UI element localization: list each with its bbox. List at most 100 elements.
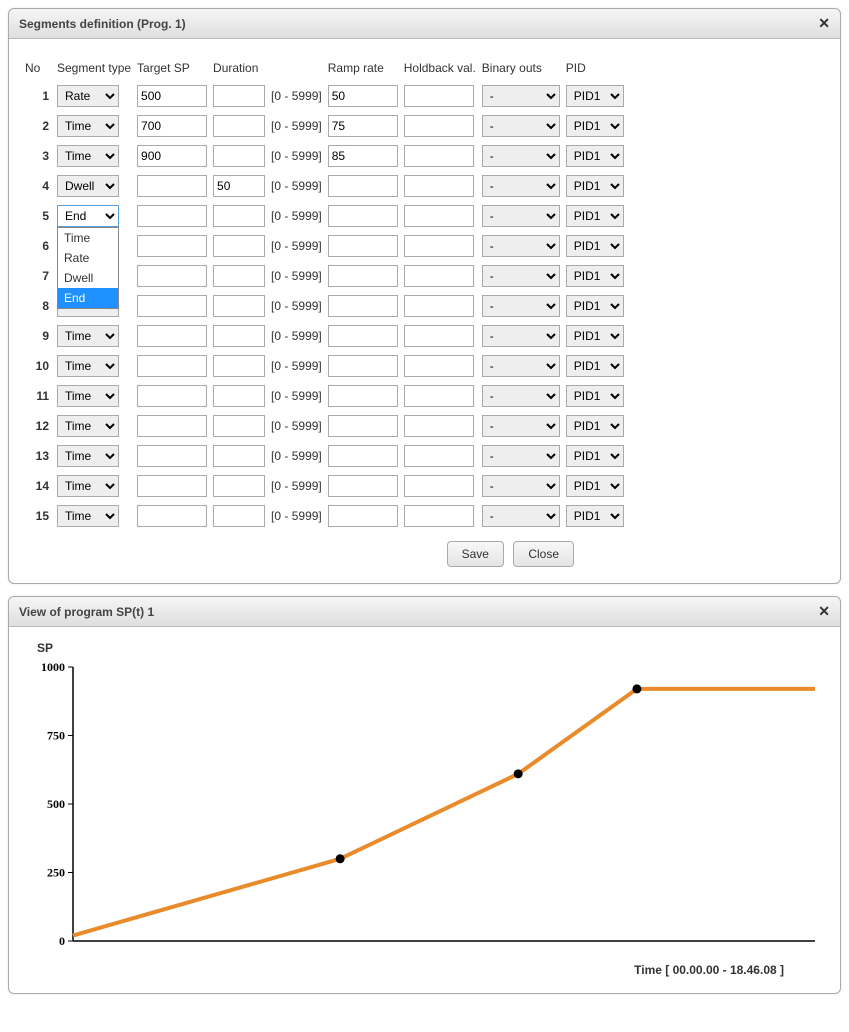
binary-outs-select[interactable]: -: [482, 475, 560, 497]
dropdown-option[interactable]: Rate: [58, 248, 118, 268]
dropdown-option[interactable]: Dwell: [58, 268, 118, 288]
pid-select[interactable]: PID1: [566, 175, 624, 197]
pid-select[interactable]: PID1: [566, 235, 624, 257]
ramp-rate-input[interactable]: [328, 235, 398, 257]
segment-type-select[interactable]: Time: [57, 115, 119, 137]
duration-input[interactable]: [213, 505, 265, 527]
segment-type-select[interactable]: Time: [57, 505, 119, 527]
target-sp-input[interactable]: [137, 265, 207, 287]
segment-type-select[interactable]: Time: [57, 355, 119, 377]
segment-type-select[interactable]: Time: [57, 415, 119, 437]
binary-outs-select[interactable]: -: [482, 355, 560, 377]
holdback-input[interactable]: [404, 355, 474, 377]
target-sp-input[interactable]: [137, 505, 207, 527]
duration-input[interactable]: [213, 295, 265, 317]
target-sp-input[interactable]: [137, 205, 207, 227]
ramp-rate-input[interactable]: [328, 475, 398, 497]
target-sp-input[interactable]: [137, 475, 207, 497]
dropdown-option[interactable]: End: [58, 288, 118, 308]
holdback-input[interactable]: [404, 325, 474, 347]
pid-select[interactable]: PID1: [566, 445, 624, 467]
pid-select[interactable]: PID1: [566, 85, 624, 107]
target-sp-input[interactable]: [137, 115, 207, 137]
target-sp-input[interactable]: [137, 445, 207, 467]
ramp-rate-input[interactable]: [328, 85, 398, 107]
holdback-input[interactable]: [404, 415, 474, 437]
duration-input[interactable]: [213, 445, 265, 467]
close-icon[interactable]: ✕: [818, 15, 830, 32]
segment-type-select[interactable]: Time: [57, 325, 119, 347]
ramp-rate-input[interactable]: [328, 145, 398, 167]
duration-input[interactable]: [213, 235, 265, 257]
binary-outs-select[interactable]: -: [482, 445, 560, 467]
pid-select[interactable]: PID1: [566, 355, 624, 377]
segment-type-select[interactable]: Time: [57, 145, 119, 167]
dropdown-option[interactable]: Time: [58, 228, 118, 248]
holdback-input[interactable]: [404, 265, 474, 287]
target-sp-input[interactable]: [137, 355, 207, 377]
target-sp-input[interactable]: [137, 415, 207, 437]
binary-outs-select[interactable]: -: [482, 415, 560, 437]
binary-outs-select[interactable]: -: [482, 265, 560, 287]
holdback-input[interactable]: [404, 205, 474, 227]
target-sp-input[interactable]: [137, 235, 207, 257]
target-sp-input[interactable]: [137, 325, 207, 347]
ramp-rate-input[interactable]: [328, 355, 398, 377]
segment-type-select[interactable]: Rate: [57, 85, 119, 107]
pid-select[interactable]: PID1: [566, 385, 624, 407]
holdback-input[interactable]: [404, 505, 474, 527]
pid-select[interactable]: PID1: [566, 415, 624, 437]
ramp-rate-input[interactable]: [328, 415, 398, 437]
save-button[interactable]: Save: [447, 541, 504, 567]
ramp-rate-input[interactable]: [328, 505, 398, 527]
pid-select[interactable]: PID1: [566, 505, 624, 527]
binary-outs-select[interactable]: -: [482, 85, 560, 107]
duration-input[interactable]: [213, 385, 265, 407]
ramp-rate-input[interactable]: [328, 115, 398, 137]
ramp-rate-input[interactable]: [328, 205, 398, 227]
target-sp-input[interactable]: [137, 385, 207, 407]
ramp-rate-input[interactable]: [328, 295, 398, 317]
duration-input[interactable]: [213, 325, 265, 347]
pid-select[interactable]: PID1: [566, 295, 624, 317]
target-sp-input[interactable]: [137, 175, 207, 197]
pid-select[interactable]: PID1: [566, 205, 624, 227]
segment-type-select[interactable]: Time: [57, 445, 119, 467]
pid-select[interactable]: PID1: [566, 265, 624, 287]
duration-input[interactable]: [213, 205, 265, 227]
close-icon[interactable]: ✕: [818, 603, 830, 620]
ramp-rate-input[interactable]: [328, 175, 398, 197]
target-sp-input[interactable]: [137, 295, 207, 317]
holdback-input[interactable]: [404, 175, 474, 197]
segment-type-select[interactable]: End: [57, 205, 119, 227]
segment-type-select[interactable]: Time: [57, 385, 119, 407]
ramp-rate-input[interactable]: [328, 445, 398, 467]
segment-type-select[interactable]: Time: [57, 475, 119, 497]
segment-type-select[interactable]: Dwell: [57, 175, 119, 197]
binary-outs-select[interactable]: -: [482, 505, 560, 527]
ramp-rate-input[interactable]: [328, 325, 398, 347]
holdback-input[interactable]: [404, 445, 474, 467]
holdback-input[interactable]: [404, 295, 474, 317]
ramp-rate-input[interactable]: [328, 385, 398, 407]
holdback-input[interactable]: [404, 85, 474, 107]
holdback-input[interactable]: [404, 145, 474, 167]
pid-select[interactable]: PID1: [566, 115, 624, 137]
duration-input[interactable]: [213, 265, 265, 287]
duration-input[interactable]: [213, 475, 265, 497]
binary-outs-select[interactable]: -: [482, 385, 560, 407]
holdback-input[interactable]: [404, 475, 474, 497]
ramp-rate-input[interactable]: [328, 265, 398, 287]
holdback-input[interactable]: [404, 385, 474, 407]
duration-input[interactable]: [213, 145, 265, 167]
binary-outs-select[interactable]: -: [482, 175, 560, 197]
segment-type-dropdown-list[interactable]: TimeRateDwellEnd: [57, 227, 119, 309]
duration-input[interactable]: [213, 415, 265, 437]
binary-outs-select[interactable]: -: [482, 295, 560, 317]
holdback-input[interactable]: [404, 235, 474, 257]
binary-outs-select[interactable]: -: [482, 115, 560, 137]
binary-outs-select[interactable]: -: [482, 235, 560, 257]
pid-select[interactable]: PID1: [566, 145, 624, 167]
binary-outs-select[interactable]: -: [482, 325, 560, 347]
duration-input[interactable]: [213, 115, 265, 137]
